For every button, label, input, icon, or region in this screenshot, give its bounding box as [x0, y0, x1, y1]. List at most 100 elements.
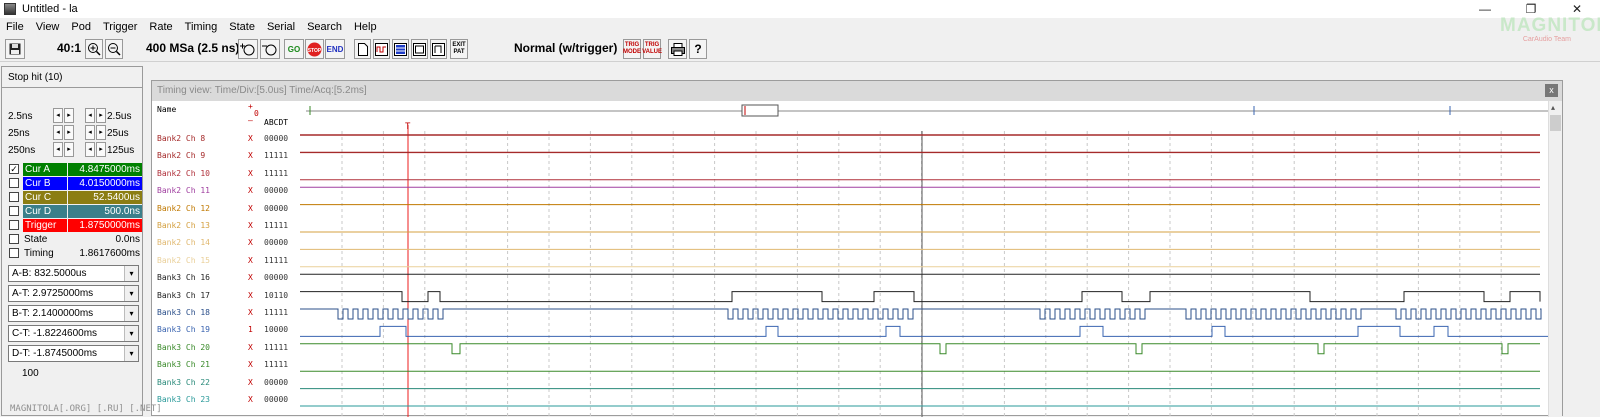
channel-name: Bank3 Ch 17	[157, 290, 210, 300]
trigger-checkbox[interactable]	[9, 220, 19, 230]
channel-row[interactable]: Bank3 Ch 23 X 00000	[152, 392, 300, 409]
channel-row[interactable]: Bank2 Ch 13 X 11111	[152, 218, 300, 235]
channel-bits: 11111	[264, 255, 289, 265]
cursor-c-checkbox[interactable]	[9, 192, 19, 202]
trigger-value: 1.8750000ms	[68, 219, 142, 232]
spin-left-icon[interactable]: ◂	[85, 108, 95, 123]
menu-view[interactable]: View	[30, 21, 66, 33]
chevron-down-icon[interactable]: ▾	[124, 286, 138, 301]
end-button[interactable]: END	[325, 39, 345, 59]
channel-row[interactable]: Bank2 Ch 15 X 11111	[152, 253, 300, 270]
pattern-view-button[interactable]	[430, 39, 447, 59]
channel-row[interactable]: Bank3 Ch 21 X 11111	[152, 357, 300, 374]
spin-left-icon[interactable]: ◂	[53, 125, 63, 140]
menu-timing[interactable]: Timing	[179, 21, 224, 33]
channel-row[interactable]: Bank3 Ch 18 X 11111	[152, 305, 300, 322]
cursor-a-checkbox[interactable]: ✓	[9, 164, 19, 174]
trigger-mode-button[interactable]: TRIG MODE	[623, 39, 641, 59]
chevron-down-icon[interactable]: ▾	[124, 266, 138, 281]
channel-name: Bank3 Ch 20	[157, 342, 210, 352]
menu-file[interactable]: File	[0, 21, 30, 33]
channel-row[interactable]: Bank2 Ch 14 X 00000	[152, 235, 300, 252]
pattern-icon	[432, 42, 445, 56]
state-checkbox[interactable]	[9, 234, 19, 244]
menu-pod[interactable]: Pod	[65, 21, 97, 33]
menu-state[interactable]: State	[223, 21, 261, 33]
cursor-panel: Stop hit (10) 2.5ns ◂ ▸ ◂ ▸ 2.5us 25ns ◂…	[1, 66, 143, 416]
channel-bits: 11111	[264, 168, 289, 178]
trigger-label: Trigger	[23, 219, 67, 232]
spin-right-icon[interactable]: ▸	[96, 125, 106, 140]
channel-row[interactable]: Bank2 Ch 10 X 11111	[152, 166, 300, 183]
trigger-value-button[interactable]: TRIG VALUE	[642, 39, 662, 59]
menu-rate[interactable]: Rate	[143, 21, 178, 33]
cursor-b-checkbox[interactable]	[9, 178, 19, 188]
scroll-thumb[interactable]	[1550, 115, 1561, 131]
measurement-b-t[interactable]: B-T: 2.1400000ms ▾	[8, 305, 139, 322]
channel-bits: 00000	[264, 186, 289, 196]
spin-left-icon[interactable]: ◂	[53, 108, 63, 123]
channel-row[interactable]: Bank2 Ch 12 X 00000	[152, 201, 300, 218]
channel-bits: 10000	[264, 325, 289, 335]
zoom-in-button[interactable]	[85, 39, 103, 59]
serial-view-button[interactable]	[411, 39, 428, 59]
help-button[interactable]: ?	[689, 39, 707, 59]
print-button[interactable]	[668, 39, 687, 59]
vertical-scrollbar[interactable]: ▴	[1548, 101, 1562, 417]
channel-row[interactable]: Bank3 Ch 16 X 00000	[152, 270, 300, 287]
measurement-a-b[interactable]: A-B: 832.5000us ▾	[8, 265, 139, 282]
channel-row[interactable]: Bank3 Ch 19 1 10000	[152, 322, 300, 339]
zoom-out-button[interactable]	[105, 39, 123, 59]
stop-button[interactable]: STOP	[305, 39, 324, 59]
state-view-button[interactable]	[392, 39, 409, 59]
channel-name: Bank2 Ch 8	[157, 134, 206, 143]
cursor-c-value: 52.5400us	[68, 191, 142, 204]
menu-serial[interactable]: Serial	[261, 21, 301, 33]
measurement-d-t[interactable]: D-T: -1.8745000ms ▾	[8, 345, 139, 362]
spin-right-icon[interactable]: ▸	[64, 125, 74, 140]
save-button[interactable]	[5, 39, 25, 59]
spin-left-icon[interactable]: ◂	[85, 142, 95, 157]
spin-right-icon[interactable]: ▸	[96, 108, 106, 123]
spin-right-icon[interactable]: ▸	[96, 142, 106, 157]
rate-down-button[interactable]	[260, 39, 280, 59]
spin-right-icon[interactable]: ▸	[64, 108, 74, 123]
channel-row[interactable]: Bank2 Ch 11 X 00000	[152, 183, 300, 200]
channel-bits: 00000	[264, 238, 289, 248]
timing-view-titlebar: Timing view: Time/Div:[5.0us] Time/Acq:[…	[152, 81, 1562, 101]
timing-view-button[interactable]	[373, 39, 390, 59]
document-icon	[357, 42, 368, 56]
channel-row[interactable]: Bank2 Ch 8 X 00000	[152, 131, 300, 148]
channel-row[interactable]: Bank2 Ch 9 X 11111	[152, 148, 300, 165]
cursor-b-value: 4.0150000ms	[68, 177, 142, 190]
timing-view-close-button[interactable]: x	[1545, 84, 1558, 97]
spin-left-icon[interactable]: ◂	[53, 142, 63, 157]
go-button[interactable]: GO	[284, 39, 304, 59]
rate-up-button[interactable]	[238, 39, 258, 59]
svg-text:STOP: STOP	[308, 48, 322, 54]
measurement-a-t[interactable]: A-T: 2.9725000ms ▾	[8, 285, 139, 302]
new-file-button[interactable]	[354, 39, 371, 59]
exit-pattern-button[interactable]: EXIT PAT	[450, 39, 468, 59]
channel-name: Bank2 Ch 11	[157, 186, 210, 196]
channel-state: X	[248, 395, 253, 404]
menu-search[interactable]: Search	[301, 21, 348, 33]
spin-right-icon[interactable]: ▸	[64, 142, 74, 157]
scroll-up-icon[interactable]: ▴	[1551, 103, 1555, 112]
waveform-area[interactable]: T	[300, 101, 1548, 417]
chevron-down-icon[interactable]: ▾	[124, 326, 138, 341]
chevron-down-icon[interactable]: ▾	[124, 306, 138, 321]
cursor-row-trigger: Trigger 1.8750000ms	[8, 219, 142, 233]
cursor-a-value: 4.8475000ms	[68, 163, 142, 176]
timing-checkbox[interactable]	[9, 248, 19, 258]
channel-row[interactable]: Bank3 Ch 17 X 10110	[152, 288, 300, 305]
measurement-c-t[interactable]: C-T: -1.8224600ms ▾	[8, 325, 139, 342]
channel-row[interactable]: Bank3 Ch 22 X 00000	[152, 375, 300, 392]
menu-trigger[interactable]: Trigger	[97, 21, 143, 33]
title-bar: Untitled - la — ❐ ✕	[0, 0, 1600, 18]
cursor-d-checkbox[interactable]	[9, 206, 19, 216]
spin-left-icon[interactable]: ◂	[85, 125, 95, 140]
channel-row[interactable]: Bank3 Ch 20 X 11111	[152, 340, 300, 357]
menu-help[interactable]: Help	[348, 21, 383, 33]
chevron-down-icon[interactable]: ▾	[124, 346, 138, 361]
